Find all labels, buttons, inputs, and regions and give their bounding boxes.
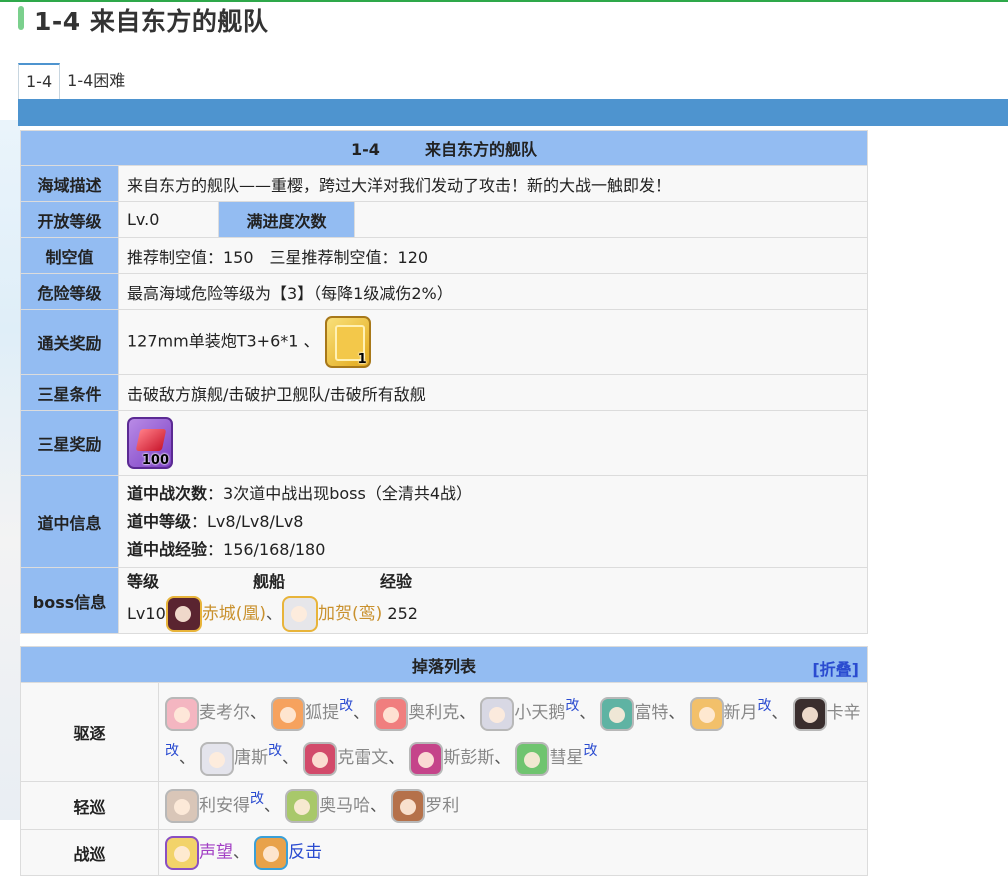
kai-link[interactable]: 改 [758,698,772,714]
reward-text: 127mm单装炮T3+6*1 、 [127,331,320,351]
ship-craven[interactable]: 克雷文 [337,748,388,768]
level-value: Lv.0 [118,201,219,238]
foote-avatar[interactable] [600,696,635,731]
kai-link[interactable]: 改 [165,743,179,759]
route-battles-label: 道中战次数 [127,483,208,503]
dd-label: 驱逐 [20,682,159,782]
tab-normal[interactable]: 1-4 [18,63,61,99]
boss-col-exp: 经验 [380,571,413,591]
stage-id: 1-4 [350,140,380,159]
kai-link[interactable]: 改 [565,698,579,714]
ship-repulse[interactable]: 反击 [288,842,322,862]
cygnet-avatar[interactable] [480,696,515,731]
stage-info-table: 1-4 来自东方的舰队 海域描述 来自东方的舰队——重樱，跨过大洋对我们发动了攻… [20,130,868,634]
renown-avatar[interactable] [165,835,199,870]
ship-foote[interactable]: 富特 [634,703,668,723]
ship-cygnet[interactable]: 小天鹅 [514,703,565,723]
air-value: 推荐制空值：150 三星推荐制空值：120 [118,237,868,274]
ship-leander[interactable]: 利安得 [199,796,250,816]
drop-header: 掉落列表 [折叠] [20,646,868,683]
title-accent-bar [18,6,24,30]
tab-hard[interactable]: 1-4困难 [60,63,132,99]
boss-ship-akagi[interactable]: 赤城(凰) [202,604,266,624]
star-cond-value: 击破敌方旗舰/击破护卫舰队/击破所有敌舰 [118,374,868,411]
akagi-avatar[interactable] [165,596,202,632]
boss-label: boss信息 [20,567,119,634]
route-exp-label: 道中战经验 [127,539,208,559]
boss-col-ship: 舰船 [253,571,286,591]
stage-header: 1-4 来自东方的舰队 [20,130,868,166]
kai-link[interactable]: 改 [583,743,597,759]
stage-tabs: 1-4 1-4困难 [18,63,132,99]
route-value: 道中战次数：3次道中战出现boss（全清共4战） 道中等级：Lv8/Lv8/Lv… [118,475,868,568]
ship-mccall[interactable]: 麦考尔 [199,703,250,723]
ship-fox[interactable]: 狐提 [305,703,339,723]
boss-value: 等级 舰船 经验 Lv10 赤城(凰)、 加贺(鸾) 252 [118,567,868,634]
background-art [0,120,20,820]
mccall-avatar[interactable] [165,696,199,731]
cassin-avatar[interactable] [792,696,827,731]
page-title: 1-4 来自东方的舰队 [34,7,269,36]
ship-downes[interactable]: 唐斯 [234,748,268,768]
gem-icon[interactable]: 100 [127,417,173,469]
reward-label: 通关奖励 [20,309,119,375]
leander-avatar[interactable] [165,789,199,824]
boss-exp: 252 [387,603,418,623]
danger-value: 最高海域危险等级为【3】（每降1级减伤2%） [118,273,868,310]
star-reward-qty: 100 [141,453,169,468]
aulick-avatar[interactable] [374,696,409,731]
boss-level: Lv10 [127,603,166,623]
kai-link[interactable]: 改 [339,698,353,714]
route-level: ：Lv8/Lv8/Lv8 [191,511,304,531]
reward-qty: 1 [357,352,367,367]
kaga-avatar[interactable] [282,596,319,632]
route-exp: ：156/168/180 [207,539,326,559]
star-cond-label: 三星条件 [20,374,119,411]
omaha-avatar[interactable] [285,789,320,824]
downes-avatar[interactable] [200,741,235,776]
ship-aulick[interactable]: 奥利克 [408,703,459,723]
route-label: 道中信息 [20,475,119,568]
fox-avatar[interactable] [271,696,306,731]
craven-avatar[interactable] [303,741,338,776]
route-level-label: 道中等级 [127,511,192,531]
star-reward-value: 100 [118,410,868,476]
spence-avatar[interactable] [409,741,444,776]
collapse-toggle[interactable]: [折叠] [812,656,859,680]
star-reward-label: 三星奖励 [20,410,119,476]
reward-value: 127mm单装炮T3+6*1 、 1 [118,309,868,375]
boss-col-level: 等级 [127,571,160,591]
ship-comet[interactable]: 彗星 [549,748,583,768]
ship-renown[interactable]: 声望 [199,842,233,862]
kai-link[interactable]: 改 [250,791,264,807]
stage-name: 来自东方的舰队 [425,140,538,159]
ship-crescent[interactable]: 新月 [724,703,758,723]
air-label: 制空值 [20,237,119,274]
ship-spence[interactable]: 斯彭斯 [443,748,494,768]
drop-table: 掉落列表 [折叠] 驱逐 麦考尔、 狐提改、 奥利克、 小天鹅改、 富特、 新月… [20,646,868,876]
dd-ship-list: 麦考尔、 狐提改、 奥利克、 小天鹅改、 富特、 新月改、 卡辛改、 唐斯改、 … [158,682,868,782]
drop-title: 掉落列表 [411,656,476,676]
desc-label: 海域描述 [20,165,119,202]
cl-label: 轻巡 [20,781,159,830]
clear-count-value [354,201,868,238]
boss-ship-kaga[interactable]: 加贺(鸾) [318,604,382,624]
cl-ship-list: 利安得改、 奥马哈、 罗利 [158,781,868,830]
clear-count-label: 满进度次数 [218,201,355,238]
raleigh-avatar[interactable] [391,789,426,824]
route-battles: ：3次道中战出现boss（全清共4战） [207,483,472,503]
level-label: 开放等级 [20,201,119,238]
skill-book-icon[interactable]: 1 [324,316,371,368]
crescent-avatar[interactable] [689,696,724,731]
comet-avatar[interactable] [515,741,550,776]
danger-label: 危险等级 [20,273,119,310]
ship-raleigh[interactable]: 罗利 [425,796,459,816]
desc-value: 来自东方的舰队——重樱，跨过大洋对我们发动了攻击！新的大战一触即发！ [118,165,868,202]
kai-link[interactable]: 改 [268,743,282,759]
ship-cassin[interactable]: 卡辛 [827,703,861,723]
ship-omaha[interactable]: 奥马哈 [319,796,370,816]
tab-content-band [18,99,1008,126]
repulse-avatar[interactable] [254,835,289,870]
